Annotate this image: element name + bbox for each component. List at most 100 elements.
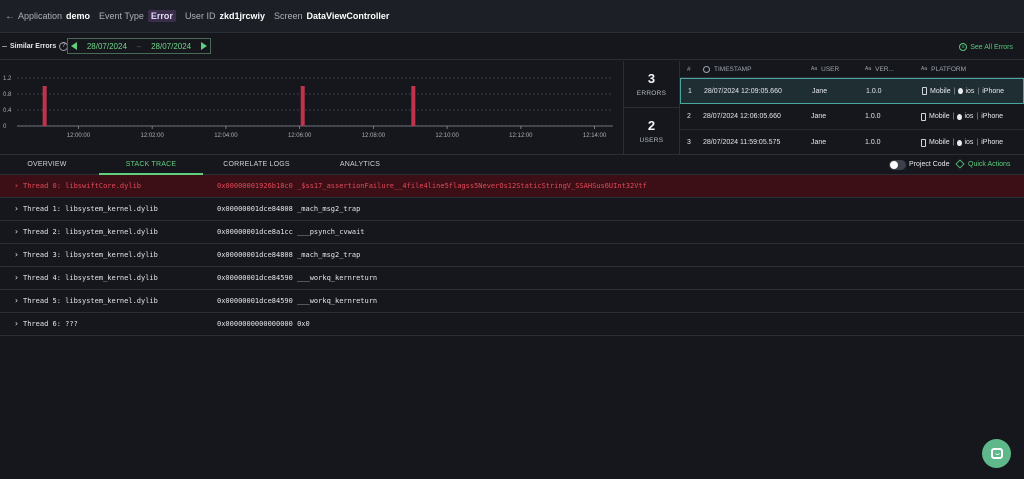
chevron-right-icon[interactable]: › — [14, 273, 19, 282]
thread-name: Thread 5: libsystem_kernel.dylib — [23, 297, 158, 305]
chat-icon — [990, 448, 1003, 459]
thread-row[interactable]: › Thread 1: libsystem_kernel.dylib 0x000… — [0, 198, 1024, 221]
table-row[interactable]: 1 28/07/2024 12:09:05.660 Jane 1.0.0 Mob… — [680, 78, 1024, 104]
platform-header[interactable]: Aa PLATFORM — [918, 66, 1024, 73]
row-model: iPhone — [981, 113, 1004, 120]
quick-actions-button[interactable]: Quick Actions — [955, 159, 1010, 169]
tab-overview[interactable]: OVERVIEW — [14, 155, 80, 175]
row-timestamp: 28/07/2024 12:09:05.660 — [704, 87, 782, 95]
thread-address: 0x00000001dce84808 _mach_msg2_trap — [217, 205, 361, 213]
row-timestamp: 28/07/2024 12:06:05.660 — [703, 113, 781, 120]
x-tick-label: 12:12:00 — [509, 133, 533, 139]
text-type-icon: Aa — [811, 66, 818, 72]
date-to[interactable]: 28/07/2024 — [151, 42, 191, 51]
chevron-right-icon[interactable]: › — [14, 227, 19, 236]
row-os: ios — [964, 113, 974, 120]
x-tick-label: 12:00:00 — [67, 133, 91, 139]
stack-trace-list: › Thread 0: libswiftCore.dylib 0x0000000… — [0, 175, 1024, 336]
table-header: # TIMESTAMP Aa USER Aa VER... Aa PLATFORM — [680, 61, 1024, 78]
event-type-badge: Error — [147, 10, 176, 22]
thread-row[interactable]: › Thread 4: libsystem_kernel.dylib 0x000… — [0, 267, 1024, 290]
chart-svg: 1.2 0.8 0.4 0 12:00:00 12:02:00 12:04:00 12:06:… — [3, 76, 613, 139]
apple-icon — [957, 139, 963, 146]
date-range-picker[interactable]: 28/07/2024 – 28/07/2024 — [67, 38, 211, 54]
chevron-right-icon[interactable]: › — [14, 296, 19, 305]
row-platform: Mobile | ios | iPhone — [918, 138, 1024, 147]
users-count: 2 — [647, 117, 656, 133]
thread-row[interactable]: › Thread 5: libsystem_kernel.dylib 0x000… — [0, 290, 1024, 313]
date-from[interactable]: 28/07/2024 — [87, 42, 127, 51]
occurrences-table: # TIMESTAMP Aa USER Aa VER... Aa PLATFORM 1… — [680, 61, 1024, 156]
list-icon: ≡ — [959, 43, 968, 51]
apple-icon — [957, 113, 963, 120]
error-stats: 3 ERRORS 2 USERS — [623, 61, 680, 154]
detail-tabs: OVERVIEW STACK TRACE CORRELATE LOGS ANAL… — [0, 154, 1024, 175]
thread-row[interactable]: › Thread 0: libswiftCore.dylib 0x0000000… — [0, 175, 1024, 198]
project-code-label: Project Code — [909, 161, 950, 168]
errors-count: 3 — [647, 71, 656, 86]
screen-value: DataViewController — [306, 11, 390, 21]
see-all-errors-link[interactable]: ≡ See All Errors — [959, 43, 1013, 51]
thread-row[interactable]: › Thread 2: libsystem_kernel.dylib 0x000… — [0, 221, 1024, 244]
timestamp-header[interactable]: TIMESTAMP — [702, 65, 809, 73]
thread-row[interactable]: › Thread 3: libsystem_kernel.dylib 0x000… — [0, 244, 1024, 267]
thread-name: Thread 1: libsystem_kernel.dylib — [23, 205, 158, 213]
collapse-icon[interactable] — [2, 46, 7, 47]
row-device: Mobile — [929, 139, 950, 146]
chevron-right-icon[interactable]: › — [14, 204, 19, 213]
errors-stat: 3 ERRORS — [624, 61, 679, 107]
y-tick-label: 0.4 — [3, 108, 12, 114]
chevron-right-icon[interactable]: › — [14, 319, 19, 328]
application-label: Application — [18, 11, 63, 21]
tab-stack-trace[interactable]: STACK TRACE — [99, 155, 203, 175]
project-code-toggle[interactable] — [889, 160, 906, 170]
users-label: USERS — [639, 136, 664, 144]
date-separator: – — [136, 41, 142, 51]
separator: | — [977, 87, 980, 95]
row-user: Jane — [812, 87, 828, 95]
separator: | — [952, 113, 955, 120]
event-type-label: Event Type — [99, 11, 144, 21]
row-version: 1.0.0 — [866, 87, 882, 95]
next-date-icon[interactable] — [200, 42, 207, 50]
users-stat: 2 USERS — [624, 107, 679, 153]
event-breadcrumb: Application demo Event Type Error User I… — [18, 10, 398, 22]
thread-address: 0x0000000000000000 0x0 — [217, 320, 310, 328]
screen-label: Screen — [273, 11, 303, 21]
x-tick-label: 12:10:00 — [435, 133, 459, 139]
row-model: iPhone — [981, 139, 1004, 146]
back-arrow-icon[interactable]: ← — [2, 11, 18, 22]
similar-errors-title[interactable]: Similar Errors ? — [2, 42, 69, 51]
thread-name: Thread 3: libsystem_kernel.dylib — [23, 251, 158, 259]
row-model: iPhone — [982, 87, 1005, 95]
chevron-right-icon[interactable]: › — [14, 181, 19, 190]
tab-analytics[interactable]: ANALYTICS — [328, 155, 392, 175]
x-tick-label: 12:08:00 — [362, 133, 386, 139]
user-header-label: USER — [821, 65, 840, 73]
separator: | — [953, 87, 956, 95]
row-os: ios — [964, 139, 974, 146]
row-user: Jane — [811, 139, 827, 146]
thread-row[interactable]: › Thread 6: ??? 0x0000000000000000 0x0 — [0, 313, 1024, 336]
user-header[interactable]: Aa USER — [809, 66, 863, 73]
chevron-right-icon[interactable]: › — [14, 250, 19, 259]
row-platform: Mobile | ios | iPhone — [918, 112, 1024, 121]
row-os: ios — [965, 87, 975, 95]
errors-label: ERRORS — [636, 90, 667, 97]
user-id-value: zkd1jrcwiy — [219, 11, 265, 21]
x-tick-label: 12:06:00 — [288, 133, 312, 139]
thread-name: Thread 6: ??? — [23, 320, 78, 328]
tab-correlate-logs[interactable]: CORRELATE LOGS — [215, 155, 298, 175]
x-tick-label: 12:14:00 — [583, 133, 607, 139]
previous-date-icon[interactable] — [71, 42, 77, 50]
x-tick-label: 12:02:00 — [140, 133, 164, 139]
num-header[interactable]: # — [680, 66, 702, 73]
y-tick-label: 0 — [3, 124, 7, 130]
version-header[interactable]: Aa VER... — [863, 66, 918, 73]
separator: | — [976, 113, 979, 120]
mobile-icon — [922, 87, 927, 95]
table-row[interactable]: 2 28/07/2024 12:06:05.660 Jane 1.0.0 Mob… — [680, 104, 1024, 130]
chat-support-button[interactable] — [982, 439, 1011, 468]
row-timestamp: 28/07/2024 11:59:05.575 — [703, 139, 781, 146]
table-row[interactable]: 3 28/07/2024 11:59:05.575 Jane 1.0.0 Mob… — [680, 130, 1024, 156]
